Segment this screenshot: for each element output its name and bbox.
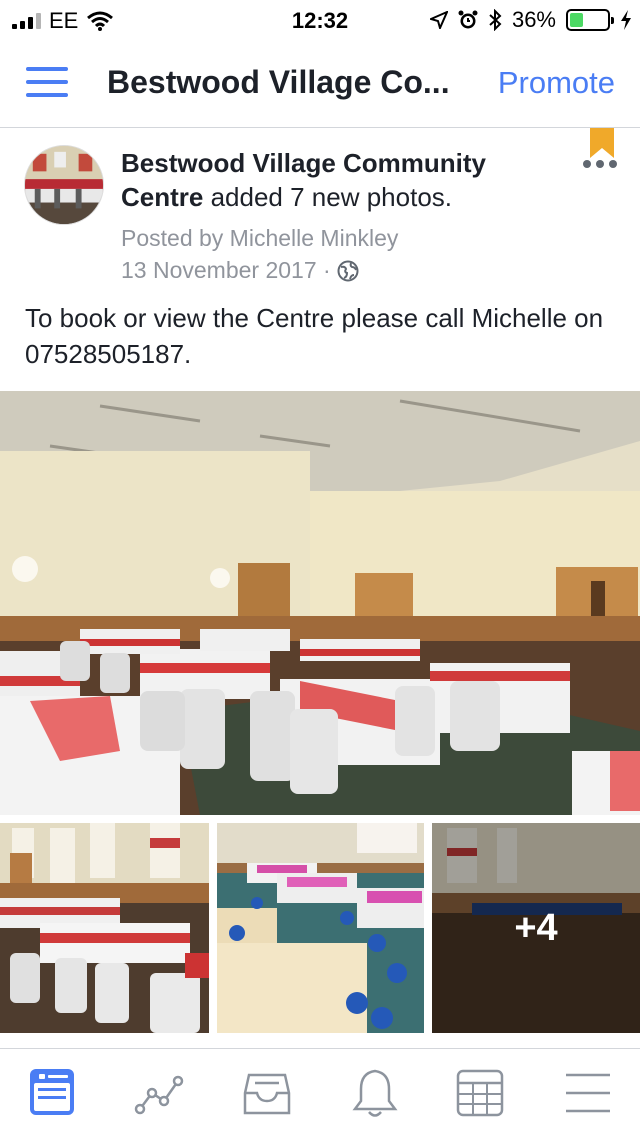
more-options-icon[interactable]	[583, 160, 617, 170]
hall-photo	[0, 391, 640, 815]
posted-by: Posted by Michelle Minkley	[121, 225, 399, 251]
navigation-bar: Bestwood Village Co... Promote	[0, 40, 640, 128]
tab-notifications[interactable]	[345, 1067, 405, 1121]
menu-lines-icon	[566, 1073, 610, 1113]
status-bar: EE 12:32 36%	[0, 0, 640, 40]
post-photo-main[interactable]	[0, 391, 640, 815]
page-title: Bestwood Village Co...	[107, 64, 450, 100]
bookmark-icon[interactable]	[590, 128, 614, 158]
calendar-icon	[456, 1069, 504, 1117]
globe-icon	[337, 260, 359, 282]
insights-chart-icon	[134, 1075, 184, 1115]
status-right: 36%	[429, 7, 632, 33]
post-body: To book or view the Centre please call M…	[25, 303, 604, 369]
inbox-tray-icon	[243, 1073, 291, 1115]
tab-insights[interactable]	[130, 1067, 190, 1121]
post-date[interactable]: 13 November 2017	[121, 257, 317, 283]
promote-button[interactable]: Promote	[498, 65, 615, 101]
hamburger-menu-icon[interactable]	[26, 67, 68, 99]
tab-calendar[interactable]	[450, 1067, 510, 1121]
tab-inbox[interactable]	[237, 1067, 297, 1121]
page-avatar[interactable]	[24, 145, 104, 225]
more-photos-count: +4	[514, 906, 558, 949]
tab-more-menu[interactable]	[558, 1067, 618, 1121]
meta-separator: ·	[323, 257, 331, 283]
post-photo-thumbnail-3[interactable]: +4	[432, 823, 640, 1033]
bell-icon	[352, 1069, 398, 1117]
post-meta: Posted by Michelle Minkley 13 November 2…	[121, 222, 398, 286]
location-arrow-icon	[429, 11, 448, 29]
page-feed-icon	[30, 1069, 74, 1115]
bluetooth-icon	[489, 9, 502, 31]
tab-page[interactable]	[22, 1067, 82, 1121]
alarm-icon	[458, 10, 478, 29]
battery-icon	[566, 9, 614, 31]
post-action: added 7 new photos.	[210, 182, 453, 212]
post-headline: Bestwood Village Community Centre added …	[121, 146, 541, 214]
post-photo-thumbnail-2[interactable]	[217, 823, 424, 1033]
avatar-photo	[25, 146, 103, 224]
charging-bolt-icon	[621, 10, 631, 30]
post-photo-thumbnail-1[interactable]	[0, 823, 209, 1033]
battery-percent: 36%	[511, 7, 556, 32]
more-photos-overlay[interactable]: +4	[432, 823, 640, 1033]
tab-bar	[0, 1048, 640, 1136]
battery-level	[570, 13, 583, 27]
post-date-row: 13 November 2017 ·	[121, 254, 398, 286]
